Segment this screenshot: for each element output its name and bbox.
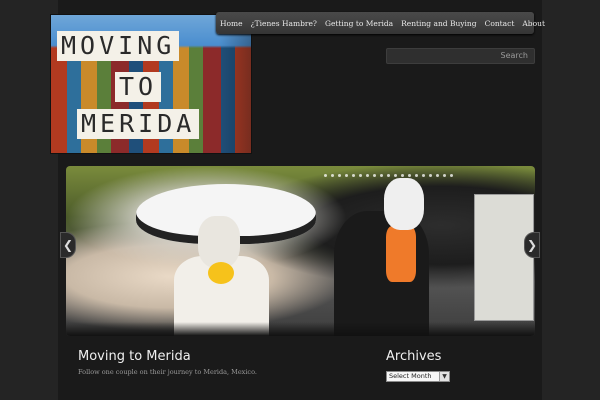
slider-pager-dot[interactable] bbox=[373, 174, 376, 177]
slide-payphone bbox=[474, 194, 534, 321]
site-logo[interactable]: MOVING TO MERIDA bbox=[50, 14, 252, 154]
slider-pager-dot[interactable] bbox=[338, 174, 341, 177]
nav-about[interactable]: About bbox=[518, 19, 549, 28]
logo-word-merida: MERIDA bbox=[77, 109, 200, 139]
slider-pager bbox=[324, 174, 453, 177]
slider-pager-dot[interactable] bbox=[380, 174, 383, 177]
slider-pager-dot[interactable] bbox=[429, 174, 432, 177]
slider-pager-dot[interactable] bbox=[331, 174, 334, 177]
site-title[interactable]: Moving to Merida bbox=[78, 349, 191, 364]
slider-pager-dot[interactable] bbox=[401, 174, 404, 177]
main-navigation: Home ¿Tienes Hambre? Getting to Merida R… bbox=[216, 12, 545, 34]
slider-pager-dot[interactable] bbox=[443, 174, 446, 177]
archives-heading: Archives bbox=[386, 349, 442, 364]
nav-tienes-hambre[interactable]: ¿Tienes Hambre? bbox=[247, 19, 321, 28]
slider-pager-dot[interactable] bbox=[436, 174, 439, 177]
slider-bottom-shade bbox=[66, 322, 535, 336]
slider-pager-dot[interactable] bbox=[387, 174, 390, 177]
logo-word-to: TO bbox=[115, 72, 162, 102]
nav-contact[interactable]: Contact bbox=[481, 19, 519, 28]
search-input[interactable]: Search bbox=[386, 48, 535, 64]
slider-next-button[interactable]: ❯ bbox=[524, 232, 540, 258]
slider-pager-dot[interactable] bbox=[422, 174, 425, 177]
slider-pager-dot[interactable] bbox=[359, 174, 362, 177]
slider-pager-dot[interactable] bbox=[324, 174, 327, 177]
slider-pager-dot[interactable] bbox=[345, 174, 348, 177]
slide-scarf bbox=[386, 226, 416, 282]
slide-face-catrina bbox=[198, 216, 240, 268]
slide-image bbox=[66, 166, 535, 336]
slider-pager-dot[interactable] bbox=[415, 174, 418, 177]
archives-selected-value: Select Month bbox=[389, 372, 432, 380]
slider-pager-dot[interactable] bbox=[394, 174, 397, 177]
slider-pager-dot[interactable] bbox=[450, 174, 453, 177]
slide-face-skull bbox=[384, 178, 424, 230]
nav-home[interactable]: Home bbox=[216, 19, 247, 28]
chevron-down-icon: ▼ bbox=[439, 372, 449, 381]
slider-pager-dot[interactable] bbox=[408, 174, 411, 177]
site-tagline: Follow one couple on their journey to Me… bbox=[78, 368, 257, 376]
archives-select[interactable]: Select Month ▼ bbox=[386, 371, 450, 382]
logo-word-moving: MOVING bbox=[57, 31, 180, 61]
slide-flower bbox=[208, 262, 234, 284]
nav-renting-and-buying[interactable]: Renting and Buying bbox=[397, 19, 480, 28]
slider-pager-dot[interactable] bbox=[352, 174, 355, 177]
featured-slider[interactable] bbox=[66, 166, 535, 336]
slider-prev-button[interactable]: ❮ bbox=[60, 232, 76, 258]
slider-pager-dot[interactable] bbox=[366, 174, 369, 177]
nav-getting-to-merida[interactable]: Getting to Merida bbox=[321, 19, 397, 28]
